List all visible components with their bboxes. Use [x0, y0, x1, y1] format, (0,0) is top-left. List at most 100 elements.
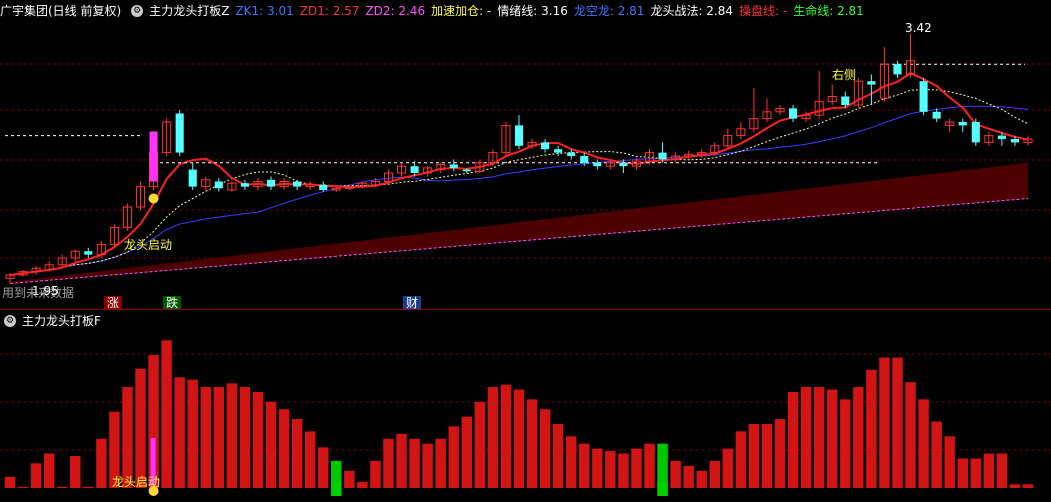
candle	[57, 254, 67, 267]
candle	[958, 118, 967, 133]
volume-bar	[879, 357, 890, 488]
volume-bar	[853, 387, 864, 488]
volume-bar-negative	[657, 482, 668, 496]
volume-bar	[657, 443, 668, 488]
volume-bar	[43, 453, 55, 488]
candle	[593, 159, 602, 170]
candle	[122, 203, 133, 231]
low-price-label: 1.95	[32, 284, 59, 298]
candle	[109, 224, 119, 248]
candle	[240, 179, 249, 190]
volume-bar	[370, 460, 381, 488]
volume-bar	[187, 379, 198, 488]
volume-bar	[83, 486, 94, 488]
candle	[175, 110, 184, 156]
candle	[514, 115, 524, 150]
candle	[84, 247, 93, 258]
volume-bar	[800, 387, 812, 488]
candle-body	[1010, 139, 1019, 143]
volume-bar	[291, 419, 303, 488]
candle-body	[997, 135, 1006, 139]
candle	[70, 249, 80, 262]
candle	[541, 139, 550, 153]
candle	[135, 181, 146, 211]
candle	[188, 162, 197, 190]
candle-body	[958, 122, 967, 126]
candle-body	[514, 125, 524, 146]
volume-bar	[30, 463, 42, 488]
volume-bar	[265, 401, 277, 488]
candle	[293, 179, 302, 190]
candle-body	[293, 181, 302, 187]
candle	[789, 105, 798, 122]
volume-bar	[239, 387, 251, 488]
volume-bar	[461, 416, 473, 488]
candle-body	[932, 111, 941, 119]
volume-bar	[500, 384, 512, 488]
volume-bar	[17, 486, 29, 488]
volume-bar	[605, 451, 616, 488]
candle-body	[867, 81, 876, 85]
candle-body	[567, 152, 576, 156]
volume-bar	[983, 453, 995, 488]
candle-body	[214, 181, 223, 189]
candle-body	[188, 169, 197, 187]
volume-bar	[944, 436, 955, 488]
volume-bar	[761, 424, 773, 488]
candle	[266, 176, 276, 190]
candle-body	[580, 156, 589, 163]
volume-bar	[487, 387, 499, 488]
candle-body	[554, 149, 563, 153]
candle	[932, 108, 941, 122]
candle	[775, 105, 785, 116]
volume-bar	[344, 470, 355, 488]
volume-bar	[213, 387, 225, 488]
volume-bar	[318, 447, 329, 488]
candle	[1023, 135, 1033, 146]
candle-body	[266, 179, 276, 187]
candle-body	[893, 64, 902, 75]
candle	[554, 145, 563, 156]
volume-bar	[304, 431, 316, 488]
candle-body	[84, 251, 93, 255]
channel-band	[10, 162, 1028, 284]
volume-bar	[735, 431, 747, 488]
tag-fin: 财	[403, 296, 422, 310]
volume-bar	[96, 438, 107, 488]
candle	[945, 118, 955, 133]
candle-body	[175, 113, 184, 153]
volume-bar	[383, 438, 394, 488]
candle	[867, 74, 876, 105]
volume-bar	[918, 399, 929, 488]
right-side-label: 右侧	[832, 68, 857, 82]
candle	[827, 84, 837, 105]
candle	[201, 176, 211, 192]
volume-bar	[709, 460, 720, 488]
candle-body	[593, 162, 602, 167]
volume-bar	[1022, 484, 1034, 488]
volume-bar	[422, 443, 433, 488]
volume-bar	[683, 465, 694, 488]
volume-bar	[905, 382, 916, 488]
candle-body	[462, 169, 471, 172]
volume-bar	[696, 470, 707, 488]
candle-body	[619, 162, 628, 167]
volume-bar	[931, 421, 942, 488]
volume-bar	[174, 377, 185, 488]
launch-coin-icon	[148, 193, 159, 204]
candle	[971, 118, 980, 146]
high-price-label: 3.42	[905, 21, 932, 35]
volume-bar-negative	[331, 482, 342, 496]
candle	[383, 169, 394, 184]
candle-body	[658, 152, 667, 160]
sub-launch-label: 龙头启动	[112, 475, 161, 489]
main-price-chart[interactable]	[0, 0, 1051, 308]
candle	[162, 118, 172, 156]
candle	[984, 132, 994, 146]
volume-bar	[252, 392, 264, 488]
candle	[396, 162, 407, 177]
volume-bar	[748, 424, 760, 488]
candle	[919, 77, 928, 116]
candle	[736, 122, 746, 139]
volume-bar	[970, 458, 982, 488]
